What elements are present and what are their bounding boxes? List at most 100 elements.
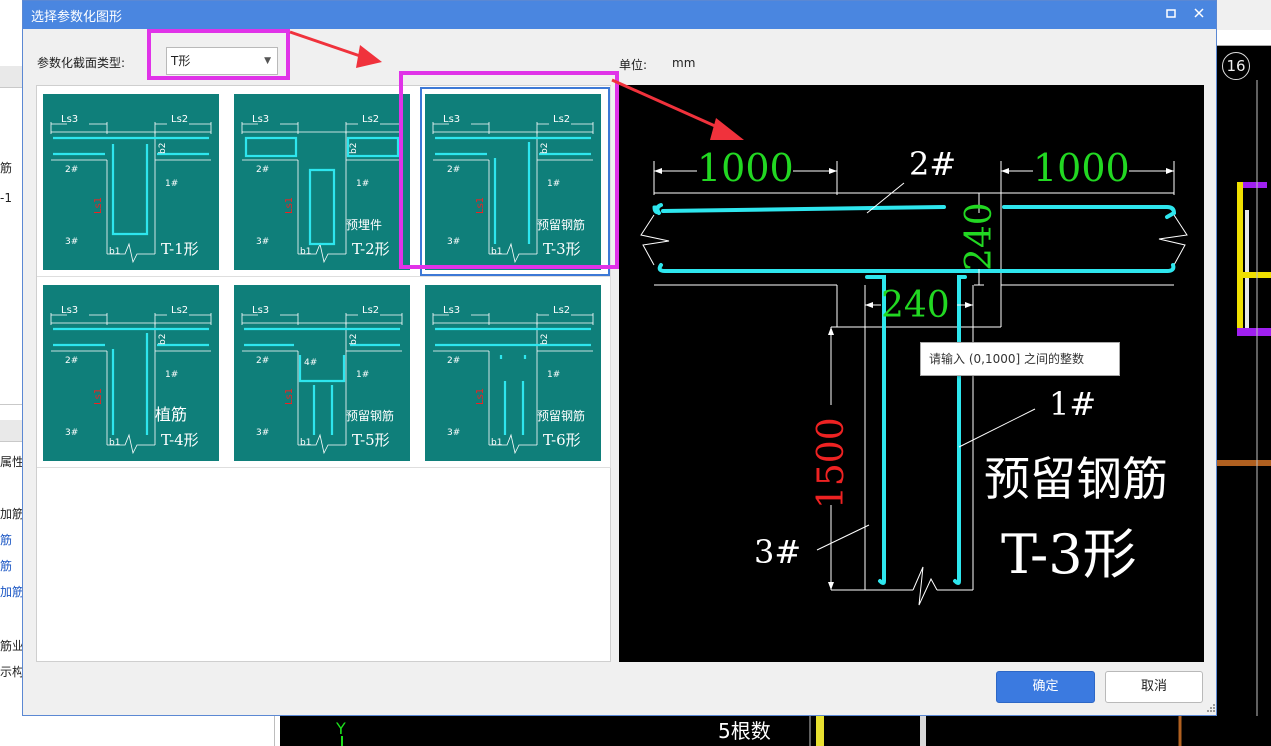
cad-axis-label: Y [335,719,346,738]
thumb-label-ls1: Ls1 [284,388,295,405]
thumb-label-ls3: Ls3 [61,305,78,316]
thumb-label-b1: b1 [109,438,120,448]
thumb-label-rebar-4: 4# [304,358,317,368]
thumb-label-b2: b2 [349,334,359,345]
cad-drawing-fragment: Y 5根数 [335,716,1182,746]
resize-grip-icon[interactable] [1204,701,1216,713]
axis-number-bubble: 16 [1222,52,1250,80]
parametric-shape-dialog: 选择参数化图形 参数化截面类型: T形 ▼ 单位: mm Ls3 Ls2 b2 Ls1… [22,0,1217,716]
thumb-label-ls2: Ls2 [171,114,188,125]
thumb-label-ls1: Ls1 [475,388,486,405]
close-button[interactable] [1187,4,1211,26]
background-panel-header [0,420,22,442]
background-left-panel: 筋 -1 属性 加筋 筋 筋 加筋 筋业 示构 [0,0,22,746]
thumb-caption: T-5形 [352,431,390,449]
thumb-label-rebar-2: 2# [256,356,269,366]
thumb-label-rebar-3: 3# [256,237,269,247]
thumb-caption: T-2形 [352,240,390,258]
background-row: 筋 [0,161,13,175]
thumb-label-rebar-1: 1# [547,370,560,380]
shape-option-t6[interactable]: Ls3 Ls2 b2 Ls1 b1 1# 2# 3# 预留钢筋 T-6形 [419,277,611,468]
ok-button[interactable]: 确定 [996,671,1095,703]
shape-option-t3[interactable]: Ls3 Ls2 b2 Ls1 b1 1# 2# 3# 预留钢筋 T-3形 [419,86,611,277]
thumb-label-rebar-1: 1# [356,370,369,380]
thumb-label-rebar-2: 2# [65,165,78,175]
x-icon [1194,8,1204,18]
thumb-label-b2: b2 [540,143,550,154]
background-row: 筋 [0,533,13,547]
thumb-label-ls2: Ls2 [362,305,379,316]
thumb-label-b2: b2 [158,143,168,154]
cancel-button[interactable]: 取消 [1105,671,1203,703]
chevron-down-icon: ▼ [264,56,271,66]
background-toolbar [1217,0,1271,30]
background-divider [0,404,22,405]
shape-thumbnail: Ls3 Ls2 b2 Ls1 b1 1# 2# 3# T-1形 [43,94,219,270]
thumb-subtitle: 植筋 [155,405,187,424]
cad-text: 5根数 [718,719,771,743]
thumb-label-rebar-2: 2# [447,356,460,366]
shape-thumbnail: Ls3 Ls2 b2 Ls1 b1 1# 2# 3# 预留钢筋 T-3形 [425,94,601,270]
thumb-label-ls2: Ls2 [171,305,188,316]
dimension-left-width: 1000 [697,146,794,190]
thumb-label-rebar-3: 3# [65,428,78,438]
dialog-title: 选择参数化图形 [31,10,123,25]
shape-thumbnail: Ls3 Ls2 b2 Ls1 b1 1# 2# 3# 预埋件 T-2形 [234,94,410,270]
section-type-select[interactable]: T形 ▼ [166,47,278,75]
input-range-tooltip: 请输入 (0,1000] 之间的整数 [920,342,1120,376]
thumb-label-rebar-3: 3# [65,237,78,247]
thumb-label-ls2: Ls2 [362,114,379,125]
thumb-subtitle: 预留钢筋 [537,217,585,232]
shape-thumbnail: Ls3 Ls2 b2 Ls1 b1 1# 2# 3# 植筋 T-4形 [43,285,219,461]
thumb-label-ls3: Ls3 [61,114,78,125]
shape-option-t5[interactable]: Ls3 Ls2 b2 Ls1 b1 1# 2# 3# 4# 预留钢筋 T-5形 [228,277,420,468]
thumb-label-rebar-2: 2# [447,165,460,175]
thumb-label-b1: b1 [491,247,502,257]
shape-thumbnail: Ls3 Ls2 b2 Ls1 b1 1# 2# 3# 4# 预留钢筋 T-5形 [234,285,410,461]
thumb-label-rebar-3: 3# [447,428,460,438]
thumb-label-b1: b1 [109,247,120,257]
thumb-label-b1: b1 [300,438,311,448]
cad-drawing-fragment [1217,80,1271,746]
dialog-titlebar: 选择参数化图形 [23,1,1216,29]
maximize-button[interactable] [1159,4,1183,26]
square-icon [1166,9,1176,18]
background-panel-header [0,66,22,88]
shape-gallery: Ls3 Ls2 b2 Ls1 b1 1# 2# 3# T-1形 Ls3 Ls2 b2 Ls1 b1 1# 2… [36,85,611,662]
background-row: 属性 [0,455,22,469]
background-row: 筋业 [0,639,22,653]
preview-title: T-3形 [1001,523,1137,586]
shape-option-t4[interactable]: Ls3 Ls2 b2 Ls1 b1 1# 2# 3# 植筋 T-4形 [37,277,229,468]
background-row: 加筋 [0,507,22,521]
thumb-label-rebar-3: 3# [256,428,269,438]
thumb-caption: T-4形 [161,431,199,449]
preview-subtitle: 预留钢筋 [984,452,1168,506]
thumb-label-rebar-3: 3# [447,237,460,247]
shape-option-t1[interactable]: Ls3 Ls2 b2 Ls1 b1 1# 2# 3# T-1形 [37,86,229,277]
thumb-label-rebar-1: 1# [356,179,369,189]
background-cad-canvas-bottom: Y 5根数 [280,716,1271,746]
shape-thumbnail: Ls3 Ls2 b2 Ls1 b1 1# 2# 3# 预留钢筋 T-6形 [425,285,601,461]
dimension-web-length: 1500 [811,417,852,509]
thumb-caption: T-6形 [543,431,581,449]
thumb-label-ls1: Ls1 [93,388,104,405]
section-type-label: 参数化截面类型: [37,56,126,70]
thumb-caption: T-3形 [543,240,581,258]
dimension-right-width: 1000 [1033,146,1130,190]
thumb-subtitle: 预留钢筋 [346,408,394,423]
unit-value: mm [672,56,696,70]
thumb-label-ls1: Ls1 [475,197,486,214]
thumb-label-rebar-1: 1# [165,179,178,189]
background-cad-canvas-right [1217,0,1271,746]
unit-label: 单位: [619,58,648,72]
thumb-label-b1: b1 [300,247,311,257]
thumb-label-ls1: Ls1 [93,197,104,214]
thumb-label-rebar-2: 2# [65,356,78,366]
thumb-label-rebar-1: 1# [165,370,178,380]
thumb-label-ls3: Ls3 [252,305,269,316]
background-toolbar [1217,30,1271,46]
thumb-label-ls2: Ls2 [553,114,570,125]
rebar-label-1: 1# [1049,385,1096,423]
rebar-label-3: 3# [754,533,801,571]
shape-option-t2[interactable]: Ls3 Ls2 b2 Ls1 b1 1# 2# 3# 预埋件 T-2形 [228,86,420,277]
